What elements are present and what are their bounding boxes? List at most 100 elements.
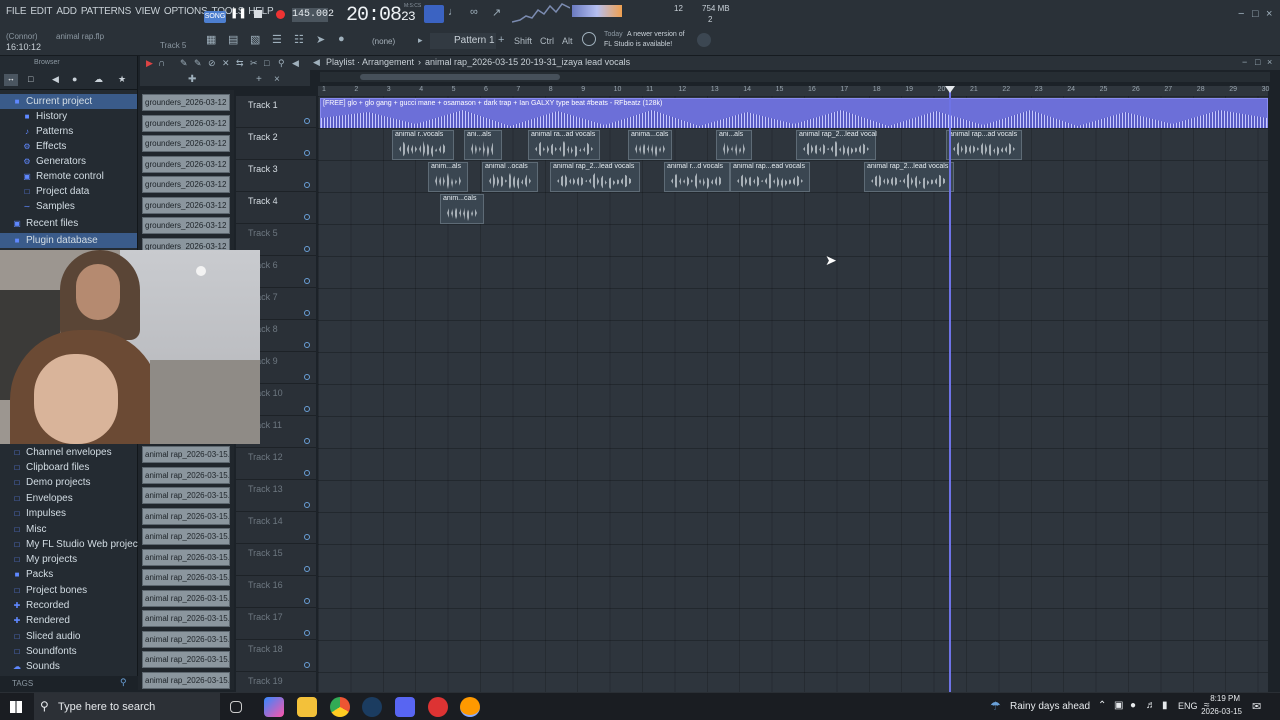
list-item[interactable]: animal rap_2026-03-15... <box>142 467 230 484</box>
browser-item-history[interactable]: ■ History <box>0 109 68 124</box>
browser-item-generators[interactable]: ⚙ Generators <box>0 154 86 169</box>
audio-clip[interactable]: animal rap_2...lead vocals <box>796 130 877 160</box>
browser-item-remote-control[interactable]: ▣ Remote control <box>0 169 104 184</box>
browser-item-sliced-audio[interactable]: □ Sliced audio <box>0 629 81 644</box>
shift-toggle[interactable]: Shift <box>514 36 532 46</box>
audio-clip[interactable]: ani...als <box>716 130 752 160</box>
volume-icon[interactable]: ♬ <box>1146 700 1156 711</box>
list-item[interactable]: grounders_2026-03-12 1... <box>142 115 230 132</box>
pattern-add-icon[interactable]: + <box>498 34 504 46</box>
browser-item-rendered[interactable]: ✚ Rendered <box>0 613 70 628</box>
menu-view[interactable]: VIEW <box>133 6 162 17</box>
audio-clip[interactable]: animal rap...ead vocals <box>730 162 810 192</box>
browser-item-envelopes[interactable]: □ Envelopes <box>0 491 73 506</box>
browser-icon[interactable]: ☷ <box>294 33 310 49</box>
track-header[interactable]: Track 16 <box>236 576 316 608</box>
ctrl-toggle[interactable]: Ctrl <box>540 36 554 46</box>
taskbar-search[interactable]: ⚲ Type here to search <box>34 693 220 720</box>
list-item[interactable]: animal rap_2026-03-15... <box>142 487 230 504</box>
news-icon[interactable] <box>582 32 596 46</box>
loop-record-icon[interactable]: ↗ <box>492 6 508 22</box>
audio-clip[interactable]: animal ..ocals <box>482 162 538 192</box>
track-mute-icon[interactable] <box>304 662 310 668</box>
browser-item-current-project[interactable]: ■ Current project <box>0 94 137 109</box>
browser-item-recent-files[interactable]: ▣ Recent files <box>0 216 78 231</box>
typing-keyboard-icon[interactable] <box>424 5 444 23</box>
track-mute-icon[interactable] <box>304 118 310 124</box>
track-header[interactable]: Track 12 <box>236 448 316 480</box>
track-mute-icon[interactable] <box>304 214 310 220</box>
playlist-arrow-icon[interactable]: ◀ <box>313 57 320 68</box>
track-add-icon[interactable]: + <box>256 74 262 85</box>
track-mute-icon[interactable] <box>304 342 310 348</box>
browser-item-patterns[interactable]: ♪ Patterns <box>0 124 73 139</box>
track-header[interactable]: Track 2 <box>236 128 316 160</box>
pause-icon[interactable]: ❚❚ <box>230 8 247 22</box>
menu-file[interactable]: FILE <box>4 6 28 17</box>
track-header[interactable]: Track 14 <box>236 512 316 544</box>
browser-item-effects[interactable]: ⚙ Effects <box>0 139 66 154</box>
stop-icon[interactable] <box>254 10 262 18</box>
track-mute-icon[interactable] <box>304 630 310 636</box>
snap-select[interactable]: (none) <box>372 37 395 46</box>
list-item[interactable]: animal rap_2026-03-15... <box>142 590 230 607</box>
arrangement-add-icon[interactable]: ✚ <box>188 74 196 85</box>
browser-item-clipboard-files[interactable]: □ Clipboard files <box>0 460 90 475</box>
copilot-icon[interactable] <box>264 697 284 717</box>
fl-logo-icon[interactable] <box>697 33 711 47</box>
tags-search-icon[interactable]: ⚲ <box>120 677 127 688</box>
track-header[interactable]: Track 15 <box>236 544 316 576</box>
playlist-icon[interactable]: ☰ <box>272 33 288 49</box>
list-item[interactable]: animal rap_2026-03-15... <box>142 610 230 627</box>
browser-star-icon[interactable]: ★ <box>118 74 126 85</box>
audio-clip[interactable]: animal r...d vocals <box>664 162 730 192</box>
track-mute-icon[interactable] <box>304 534 310 540</box>
list-item[interactable]: grounders_2026-03-12 1... <box>142 217 230 234</box>
browser-item-fl-web-projects[interactable]: □ My FL Studio Web projects <box>0 537 146 552</box>
audio-clip[interactable]: anim...als <box>428 162 468 192</box>
mute-tool-icon[interactable]: ✕ <box>222 58 230 69</box>
browser-arrow-icon[interactable]: ↔ <box>4 74 18 86</box>
track-mute-icon[interactable] <box>304 502 310 508</box>
notification-icon[interactable]: ✉ <box>1252 700 1261 713</box>
browser-back-icon[interactable]: ◀ <box>52 74 59 85</box>
language-indicator[interactable]: ENG <box>1178 701 1198 711</box>
audio-clip[interactable]: animal rap_2...lead vocals <box>550 162 640 192</box>
track-mute-icon[interactable] <box>304 310 310 316</box>
draw-tool-icon[interactable]: ✎ <box>180 58 188 69</box>
track-mute-icon[interactable] <box>304 278 310 284</box>
horizontal-scrollbar[interactable] <box>320 72 1270 82</box>
track-mute-icon[interactable] <box>304 566 310 572</box>
list-item[interactable]: animal rap_2026-03-15... <box>142 549 230 566</box>
record-icon[interactable] <box>276 10 285 19</box>
app-icon[interactable] <box>428 697 448 717</box>
playback-tool-icon[interactable]: ◀ <box>292 58 299 69</box>
audio-clip[interactable]: anim...cals <box>440 194 484 224</box>
file-explorer-icon[interactable] <box>297 697 317 717</box>
track-mute-icon[interactable] <box>304 246 310 252</box>
track-mute-icon[interactable] <box>304 374 310 380</box>
list-item[interactable]: animal rap_2026-03-15... <box>142 446 230 463</box>
browser-item-channel-envelopes[interactable]: □ Channel envelopes <box>0 445 112 460</box>
track-mute-icon[interactable] <box>304 470 310 476</box>
metronome-icon[interactable]: ♩ <box>448 6 464 22</box>
browser-plugin-icon[interactable]: ● <box>72 74 77 84</box>
track-mute-icon[interactable] <box>304 150 310 156</box>
windows-start-icon[interactable] <box>10 701 22 713</box>
browser-item-project-data[interactable]: □ Project data <box>0 184 90 199</box>
audio-clip[interactable]: anima...cals <box>628 130 672 160</box>
song-mode-toggle[interactable]: SONG <box>204 11 226 23</box>
delete-tool-icon[interactable]: ⊘ <box>208 58 216 69</box>
browser-item-packs[interactable]: ■ Packs <box>0 567 54 582</box>
audio-clip[interactable]: animal r..vocals <box>392 130 454 160</box>
wait-record-icon[interactable]: ∞ <box>470 6 486 22</box>
clock-time[interactable]: 8:19 PM <box>1206 694 1240 703</box>
audio-clip[interactable]: ani...als <box>464 130 502 160</box>
menu-patterns[interactable]: PATTERNS <box>79 6 133 17</box>
browser-item-samples[interactable]: ∼ Samples <box>0 199 75 214</box>
chrome-icon[interactable] <box>330 697 350 717</box>
track-header[interactable]: Track 4 <box>236 192 316 224</box>
restore-icon[interactable]: □ <box>1252 8 1259 20</box>
list-item[interactable]: grounders_2026-03-12 1... <box>142 156 230 173</box>
fl-studio-icon[interactable] <box>460 697 480 717</box>
